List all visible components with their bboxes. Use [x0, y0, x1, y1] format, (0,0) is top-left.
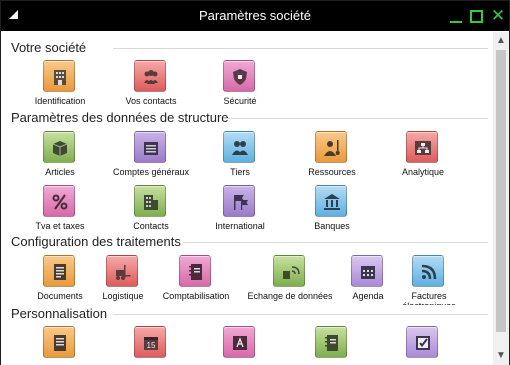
ledger-icon: [134, 131, 166, 163]
rss-icon: [412, 255, 444, 287]
box-icon: [43, 131, 75, 163]
notebook-icon: [315, 326, 347, 358]
settings-panel: Votre société Identification Vos contact…: [1, 32, 493, 365]
tile-personnalisation-5[interactable]: [368, 326, 478, 365]
title-bar[interactable]: Paramètres société ✕: [1, 1, 509, 31]
building-icon: [134, 185, 166, 217]
divider: [113, 48, 488, 49]
window: Paramètres société ✕ Votre société Ident…: [0, 0, 510, 365]
close-button[interactable]: ✕: [488, 6, 508, 26]
network-icon: [273, 255, 305, 287]
scroll-down-icon[interactable]: ▼: [493, 349, 509, 363]
vertical-scrollbar[interactable]: ▲ ▼: [493, 32, 509, 365]
notebook-icon: [179, 255, 211, 287]
divider: [113, 314, 488, 315]
divider: [183, 242, 488, 243]
font-icon: [223, 326, 255, 358]
divider: [223, 118, 488, 119]
tile-label: Factures électroniques: [402, 291, 456, 305]
worker-icon: [315, 131, 347, 163]
section-title-structure: Paramètres des données de structure: [11, 110, 229, 125]
maximize-icon: [470, 10, 483, 23]
section-title-votre-societe: Votre société: [11, 40, 87, 55]
people-icon: [134, 60, 166, 92]
tile-securite[interactable]: Sécurité: [185, 60, 295, 112]
org-chart-icon: [406, 131, 438, 163]
tile-banques[interactable]: Banques: [277, 185, 387, 237]
tile-factures-electroniques[interactable]: Factures électroniques: [374, 255, 484, 305]
window-title: Paramètres société: [199, 8, 311, 23]
percent-icon: [43, 185, 75, 217]
scroll-up-icon[interactable]: ▲: [493, 34, 509, 48]
scrollbar-thumb[interactable]: [496, 50, 506, 332]
maximize-button[interactable]: [466, 6, 486, 26]
svg-text:15: 15: [147, 341, 156, 350]
flags-icon: [223, 185, 255, 217]
building-icon: [43, 60, 75, 92]
forklift-icon: [106, 255, 138, 287]
bank-icon: [315, 185, 347, 217]
tile-analytique[interactable]: Analytique: [368, 131, 478, 183]
tile-label: Banques: [314, 221, 350, 231]
tile-label: Sécurité: [223, 96, 257, 106]
shield-icon: [223, 60, 255, 92]
minimize-icon: [450, 21, 462, 23]
minimize-button[interactable]: [446, 6, 466, 26]
section-title-personnalisation: Personnalisation: [11, 306, 108, 321]
section-title-traitements: Configuration des traitements: [11, 234, 181, 249]
document-icon: [43, 326, 75, 358]
calendar-icon: 15: [134, 326, 166, 358]
checkbox-icon: [406, 326, 438, 358]
people-icon: [223, 131, 255, 163]
tile-label: Analytique: [401, 167, 445, 177]
